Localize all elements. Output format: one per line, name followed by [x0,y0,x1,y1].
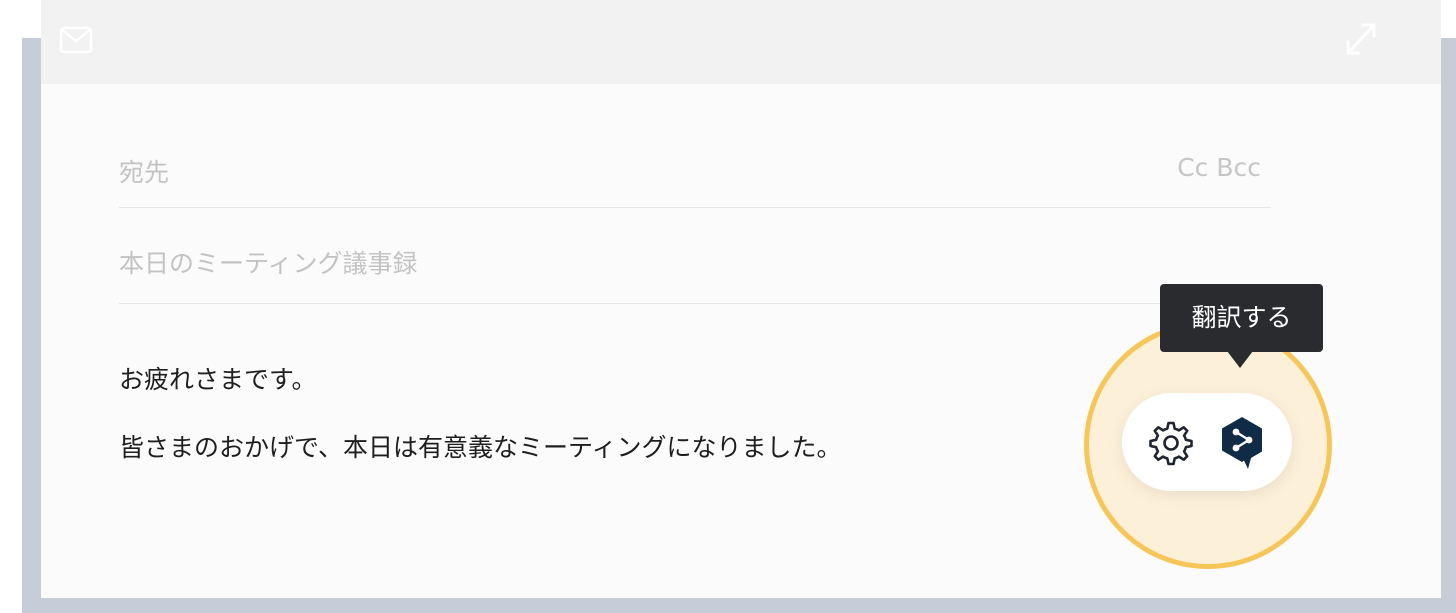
to-field[interactable]: 宛先 Cc Bcc [119,140,1271,208]
tooltip-arrow [1227,351,1253,368]
compose-header [41,0,1441,84]
to-placeholder: 宛先 [119,158,170,187]
envelope-icon [59,26,93,54]
gear-icon[interactable] [1148,420,1194,466]
subject-field[interactable]: 本日のミーティング議事録 [119,232,1271,304]
body-line-2[interactable]: 皆さまのおかげで、本日は有意義なミーティングになりました。 [119,428,842,464]
subject-text: 本日のミーティング議事録 [119,249,418,278]
body-line-1[interactable]: お疲れさまです。 [119,360,317,396]
translate-tooltip: 翻訳する [1160,284,1323,352]
expand-icon[interactable] [1343,20,1379,58]
cc-bcc-link[interactable]: Cc Bcc [1177,153,1261,182]
deepl-logo-icon[interactable] [1217,415,1267,471]
